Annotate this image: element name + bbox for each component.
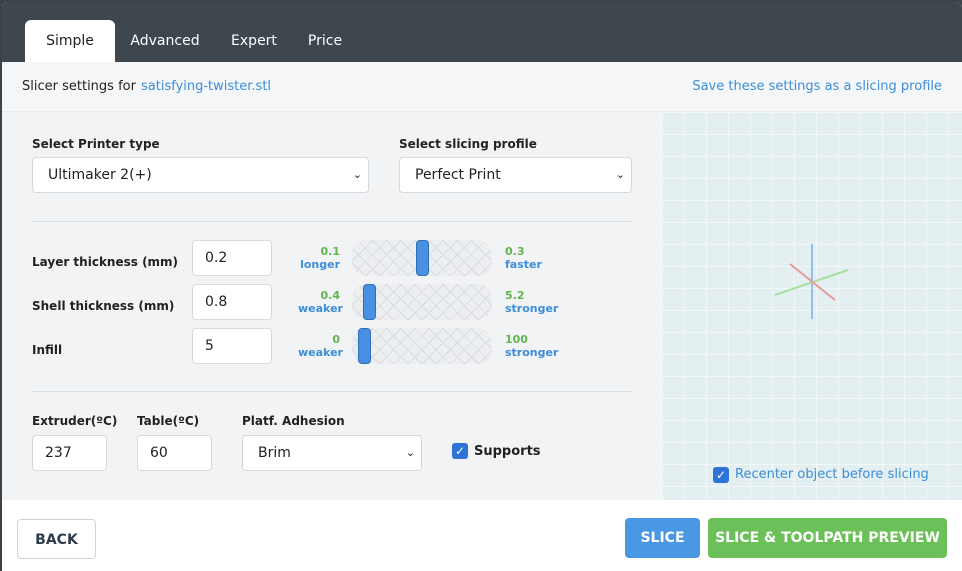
infill-label: Infill (32, 343, 63, 357)
back-button[interactable]: BACK (17, 519, 96, 559)
shell-thickness-max-hint: stronger (505, 302, 559, 315)
shell-thickness-slider-handle[interactable] (363, 284, 376, 320)
shell-thickness-input[interactable]: 0.8 (192, 284, 272, 320)
slicer-settings-label: Slicer settings for (22, 79, 136, 94)
printer-type-select[interactable]: Ultimaker 2(+) ⌄ (32, 157, 369, 193)
printer-type-value: Ultimaker 2(+) (48, 167, 152, 183)
save-profile-link[interactable]: Save these settings as a slicing profile (692, 79, 942, 94)
layer-thickness-label: Layer thickness (mm) (32, 255, 179, 269)
tab-bar: Simple Advanced Expert Price (2, 2, 962, 62)
shell-thickness-slider[interactable] (352, 284, 492, 320)
tab-advanced[interactable]: Advanced (120, 20, 210, 62)
layer-thickness-slider-handle[interactable] (416, 240, 429, 276)
layer-thickness-range-max: 0.3 faster (505, 245, 542, 271)
layer-thickness-max-value: 0.3 (505, 245, 525, 258)
recenter-checkbox[interactable]: ✓ (713, 467, 729, 483)
slicer-settings-modal: Simple Advanced Expert Price Slicer sett… (2, 2, 962, 571)
platform-adhesion-value: Brim (258, 445, 291, 461)
settings-form: Select Printer type Ultimaker 2(+) ⌄ Sel… (2, 112, 662, 500)
settings-header: Slicer settings for satisfying-twister.s… (2, 62, 962, 112)
printer-type-label: Select Printer type (32, 137, 160, 151)
modal-footer: BACK SLICE SLICE & TOOLPATH PREVIEW (2, 500, 962, 571)
slice-button[interactable]: SLICE (625, 518, 700, 558)
chevron-down-icon: ⌄ (615, 168, 625, 181)
shell-thickness-min-hint: weaker (298, 302, 343, 315)
slicing-profile-select[interactable]: Perfect Print ⌄ (399, 157, 632, 193)
checkmark-icon: ✓ (715, 468, 727, 482)
infill-input[interactable]: 5 (192, 328, 272, 364)
platform-adhesion-label: Platf. Adhesion (242, 414, 345, 428)
infill-max-hint: stronger (505, 346, 559, 359)
platform-adhesion-select[interactable]: Brim ⌄ (242, 435, 422, 471)
extruder-temp-label: Extruder(ºC) (32, 414, 118, 428)
axis-gizmo-icon (774, 244, 849, 319)
chevron-down-icon: ⌄ (405, 446, 415, 459)
tab-simple[interactable]: Simple (25, 20, 115, 62)
table-temp-input[interactable]: 60 (137, 435, 212, 471)
shell-thickness-max-value: 5.2 (505, 289, 525, 302)
divider (32, 391, 632, 392)
chevron-down-icon: ⌄ (352, 168, 362, 181)
tab-price[interactable]: Price (296, 20, 354, 62)
layer-thickness-range-min: 0.1 longer (298, 245, 340, 271)
slice-toolpath-preview-button[interactable]: SLICE & TOOLPATH PREVIEW (708, 518, 947, 558)
tab-expert[interactable]: Expert (222, 20, 286, 62)
shell-thickness-label: Shell thickness (mm) (32, 299, 175, 313)
layer-thickness-input[interactable]: 0.2 (192, 240, 272, 276)
divider (32, 221, 632, 222)
infill-max-value: 100 (505, 333, 528, 346)
layer-thickness-max-hint: faster (505, 258, 542, 271)
extruder-temp-input[interactable]: 237 (32, 435, 107, 471)
checkmark-icon: ✓ (454, 444, 466, 458)
shell-thickness-range-max: 5.2 stronger (505, 289, 558, 315)
table-temp-label: Table(ºC) (137, 414, 200, 428)
infill-min-hint: weaker (298, 346, 343, 359)
shell-thickness-range-min: 0.4 weaker (298, 289, 343, 315)
supports-checkbox[interactable]: ✓ (452, 443, 468, 459)
layer-thickness-slider[interactable] (352, 240, 492, 276)
file-name-link[interactable]: satisfying-twister.stl (141, 79, 271, 94)
infill-slider-handle[interactable] (358, 328, 371, 364)
supports-label: Supports (474, 444, 541, 459)
infill-range-max: 100 stronger (505, 333, 558, 359)
infill-min-value: 0 (332, 333, 340, 346)
slicing-profile-value: Perfect Print (415, 167, 501, 183)
infill-slider[interactable] (352, 328, 492, 364)
model-preview-canvas[interactable]: ✓ Recenter object before slicing (662, 112, 962, 500)
recenter-label: Recenter object before slicing (735, 467, 929, 482)
slicing-profile-label: Select slicing profile (399, 137, 537, 151)
layer-thickness-min-hint: longer (300, 258, 340, 271)
shell-thickness-min-value: 0.4 (320, 289, 341, 302)
infill-range-min: 0 weaker (298, 333, 343, 359)
layer-thickness-min-value: 0.1 (320, 245, 341, 258)
